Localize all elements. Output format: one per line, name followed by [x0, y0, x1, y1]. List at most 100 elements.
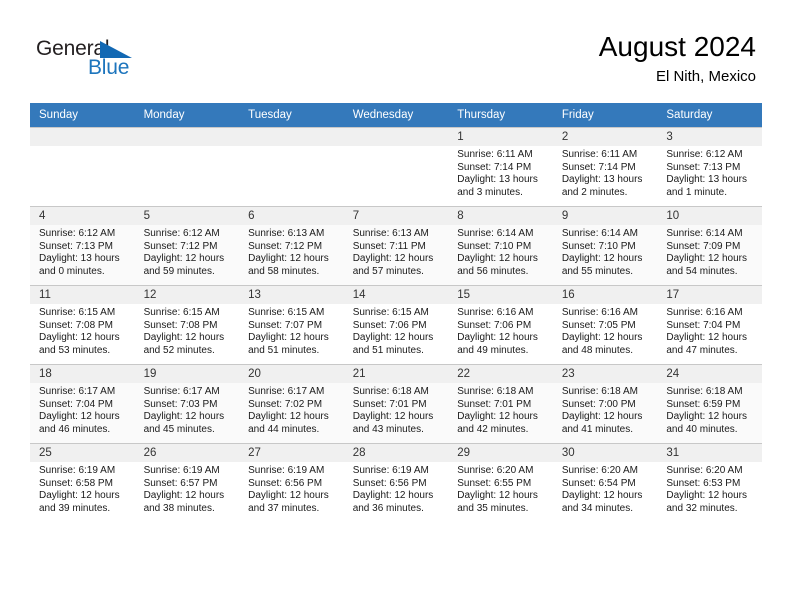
calendar-day-cell[interactable]: 7 Sunrise: 6:13 AM Sunset: 7:11 PM Daylight…	[343, 206, 449, 286]
day-number	[134, 128, 240, 146]
calendar-day-cell[interactable]: 2 Sunrise: 6:11 AM Sunset: 7:14 PM Daylight…	[552, 127, 658, 207]
calendar-day-cell[interactable]: 31 Sunrise: 6:20 AM Sunset: 6:53 PM Dayligh…	[657, 443, 762, 522]
sunrise-time: Sunrise: 6:13 AM	[352, 228, 429, 239]
sunrise-time: Sunrise: 6:18 AM	[352, 386, 429, 397]
calendar-day-cell[interactable]: 13 Sunrise: 6:15 AM Sunset: 7:07 PM Dayligh…	[239, 285, 344, 365]
day-number: 30	[552, 444, 658, 462]
calendar-day-cell[interactable]: 5 Sunrise: 6:12 AM Sunset: 7:12 PM Daylight…	[134, 206, 240, 286]
sunrise-time: Sunrise: 6:19 AM	[248, 465, 325, 476]
sunset-time: Sunset: 7:10 PM	[457, 240, 532, 252]
weekday-header-saturday: Saturday	[657, 103, 762, 128]
daylight-duration-line1: Daylight: 12 hours	[39, 411, 120, 423]
sunset-time: Sunset: 7:02 PM	[248, 398, 323, 410]
calendar-day-cell[interactable]: 26 Sunrise: 6:19 AM Sunset: 6:57 PM Dayligh…	[134, 443, 240, 522]
sunrise-time: Sunrise: 6:18 AM	[561, 386, 638, 397]
sunset-time: Sunset: 7:08 PM	[39, 319, 113, 331]
daylight-duration-line2: and 36 minutes.	[352, 502, 424, 514]
calendar-day-cell[interactable]: 29 Sunrise: 6:20 AM Sunset: 6:55 PM Dayligh…	[448, 443, 553, 522]
calendar-day-cell[interactable]: 24 Sunrise: 6:18 AM Sunset: 6:59 PM Dayligh…	[657, 364, 762, 444]
sunrise-time: Sunrise: 6:16 AM	[666, 307, 743, 318]
day-number: 15	[448, 286, 553, 304]
calendar-day-cell[interactable]: 8 Sunrise: 6:14 AM Sunset: 7:10 PM Daylight…	[448, 206, 553, 286]
calendar-day-cell[interactable]: 27 Sunrise: 6:19 AM Sunset: 6:56 PM Dayligh…	[239, 443, 344, 522]
daylight-duration-line2: and 57 minutes.	[352, 265, 424, 277]
sunrise-time: Sunrise: 6:13 AM	[248, 228, 325, 239]
calendar-day-cell[interactable]: 25 Sunrise: 6:19 AM Sunset: 6:58 PM Dayligh…	[30, 443, 135, 522]
sunset-time: Sunset: 7:01 PM	[352, 398, 427, 410]
sunrise-time: Sunrise: 6:20 AM	[561, 465, 638, 476]
day-number: 20	[239, 365, 344, 383]
calendar-day-cell[interactable]: 4 Sunrise: 6:12 AM Sunset: 7:13 PM Daylight…	[30, 206, 135, 286]
weekday-header-row: Sunday Monday Tuesday Wednesday Thursday…	[30, 103, 762, 128]
day-details: Sunrise: 6:20 AM Sunset: 6:54 PM Daylight:…	[553, 462, 658, 515]
day-number: 3	[657, 128, 762, 146]
sunset-time: Sunset: 6:53 PM	[666, 477, 741, 489]
daylight-duration-line1: Daylight: 12 hours	[352, 253, 434, 265]
calendar-day-cell[interactable]: 1 Sunrise: 6:11 AM Sunset: 7:14 PM Daylight…	[448, 127, 553, 207]
daylight-duration-line2: and 51 minutes.	[248, 344, 320, 356]
daylight-duration-line2: and 59 minutes.	[143, 265, 215, 277]
day-number: 14	[343, 286, 449, 304]
calendar-day-cell[interactable]: 12 Sunrise: 6:15 AM Sunset: 7:08 PM Dayligh…	[134, 285, 240, 365]
sunset-time: Sunset: 7:07 PM	[248, 319, 323, 331]
day-number: 18	[30, 365, 135, 383]
day-number: 2	[552, 128, 658, 146]
day-details: Sunrise: 6:15 AM Sunset: 7:08 PM Daylight:…	[135, 304, 240, 357]
sunrise-time: Sunrise: 6:19 AM	[143, 465, 220, 476]
day-details: Sunrise: 6:11 AM Sunset: 7:14 PM Daylight:…	[448, 146, 553, 199]
calendar-day-cell[interactable]: 10 Sunrise: 6:14 AM Sunset: 7:09 PM Dayligh…	[657, 206, 762, 286]
daylight-duration-line1: Daylight: 12 hours	[143, 411, 225, 423]
daylight-duration-line1: Daylight: 12 hours	[457, 253, 538, 265]
day-details: Sunrise: 6:19 AM Sunset: 6:56 PM Daylight:…	[239, 462, 344, 515]
brand-logo[interactable]: General Blue	[36, 38, 236, 86]
daylight-duration-line2: and 34 minutes.	[561, 502, 633, 514]
day-details: Sunrise: 6:19 AM Sunset: 6:57 PM Daylight:…	[135, 462, 240, 515]
daylight-duration-line1: Daylight: 12 hours	[666, 490, 747, 502]
calendar-page: General Blue August 2024 El Nith, Mexico…	[0, 0, 792, 612]
day-number: 24	[657, 365, 762, 383]
sunrise-time: Sunrise: 6:15 AM	[248, 307, 325, 318]
calendar-day-cell[interactable]: 20 Sunrise: 6:17 AM Sunset: 7:02 PM Dayligh…	[239, 364, 344, 444]
calendar-empty-cell	[134, 127, 240, 207]
sunrise-time: Sunrise: 6:12 AM	[143, 228, 220, 239]
day-number: 11	[30, 286, 135, 304]
daylight-duration-line2: and 48 minutes.	[561, 344, 633, 356]
daylight-duration-line1: Daylight: 12 hours	[457, 411, 538, 423]
daylight-duration-line1: Daylight: 13 hours	[666, 174, 747, 186]
calendar-day-cell[interactable]: 18 Sunrise: 6:17 AM Sunset: 7:04 PM Dayligh…	[30, 364, 135, 444]
calendar-day-cell[interactable]: 28 Sunrise: 6:19 AM Sunset: 6:56 PM Dayligh…	[343, 443, 449, 522]
daylight-duration-line1: Daylight: 12 hours	[561, 332, 643, 344]
calendar-day-cell[interactable]: 11 Sunrise: 6:15 AM Sunset: 7:08 PM Dayligh…	[30, 285, 135, 365]
day-number: 10	[657, 207, 762, 225]
sunset-time: Sunset: 7:00 PM	[561, 398, 636, 410]
calendar-day-cell[interactable]: 16 Sunrise: 6:16 AM Sunset: 7:05 PM Dayligh…	[552, 285, 658, 365]
daylight-duration-line1: Daylight: 12 hours	[248, 253, 329, 265]
day-details: Sunrise: 6:12 AM Sunset: 7:13 PM Daylight:…	[30, 225, 135, 278]
daylight-duration-line2: and 56 minutes.	[457, 265, 529, 277]
calendar-day-cell[interactable]: 15 Sunrise: 6:16 AM Sunset: 7:06 PM Dayligh…	[448, 285, 553, 365]
day-details: Sunrise: 6:15 AM Sunset: 7:07 PM Daylight:…	[239, 304, 344, 357]
calendar-day-cell[interactable]: 21 Sunrise: 6:18 AM Sunset: 7:01 PM Dayligh…	[343, 364, 449, 444]
page-subtitle-location: El Nith, Mexico	[655, 68, 756, 85]
calendar-day-cell[interactable]: 23 Sunrise: 6:18 AM Sunset: 7:00 PM Dayligh…	[552, 364, 658, 444]
day-number: 5	[134, 207, 240, 225]
daylight-duration-line1: Daylight: 13 hours	[39, 253, 120, 265]
calendar-week-row: 1 Sunrise: 6:11 AM Sunset: 7:14 PM Daylight…	[30, 127, 762, 207]
day-number	[30, 128, 135, 146]
daylight-duration-line2: and 3 minutes.	[457, 186, 523, 198]
calendar-day-cell[interactable]: 30 Sunrise: 6:20 AM Sunset: 6:54 PM Dayligh…	[552, 443, 658, 522]
calendar-day-cell[interactable]: 14 Sunrise: 6:15 AM Sunset: 7:06 PM Dayligh…	[343, 285, 449, 365]
calendar-day-cell[interactable]: 19 Sunrise: 6:17 AM Sunset: 7:03 PM Dayligh…	[134, 364, 240, 444]
day-details: Sunrise: 6:17 AM Sunset: 7:04 PM Daylight:…	[30, 383, 135, 436]
calendar-day-cell[interactable]: 9 Sunrise: 6:14 AM Sunset: 7:10 PM Daylight…	[552, 206, 658, 286]
daylight-duration-line1: Daylight: 12 hours	[561, 253, 643, 265]
calendar-day-cell[interactable]: 17 Sunrise: 6:16 AM Sunset: 7:04 PM Dayligh…	[657, 285, 762, 365]
sunrise-time: Sunrise: 6:12 AM	[666, 149, 743, 160]
calendar-week-row: 25 Sunrise: 6:19 AM Sunset: 6:58 PM Dayligh…	[30, 443, 762, 522]
sunrise-time: Sunrise: 6:16 AM	[457, 307, 534, 318]
calendar-day-cell[interactable]: 6 Sunrise: 6:13 AM Sunset: 7:12 PM Daylight…	[239, 206, 344, 286]
calendar-day-cell[interactable]: 22 Sunrise: 6:18 AM Sunset: 7:01 PM Dayligh…	[448, 364, 553, 444]
calendar-day-cell[interactable]: 3 Sunrise: 6:12 AM Sunset: 7:13 PM Daylight…	[657, 127, 762, 207]
day-number: 31	[657, 444, 762, 462]
day-number: 29	[448, 444, 553, 462]
